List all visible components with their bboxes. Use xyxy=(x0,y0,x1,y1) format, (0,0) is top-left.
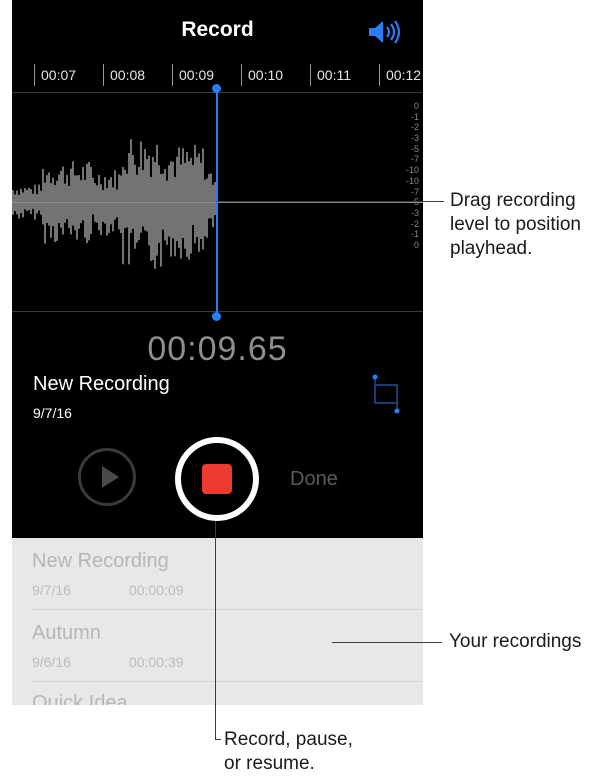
playhead-line[interactable] xyxy=(216,88,218,316)
playhead-top-handle[interactable] xyxy=(212,84,221,93)
recordings-callout: Your recordings xyxy=(449,631,582,652)
recording-date: 9/7/16 xyxy=(32,582,71,598)
callout-line-text: or resume. xyxy=(224,753,315,774)
level-label: -3 xyxy=(410,207,419,218)
recording-date: 9/6/16 xyxy=(32,654,71,670)
play-icon xyxy=(102,466,119,488)
level-label: -10 xyxy=(405,165,419,176)
screen-title: Record xyxy=(181,18,254,41)
timeline-tick: 00:07 xyxy=(34,64,76,86)
timeline-tick: 00:10 xyxy=(241,64,283,86)
list-item[interactable]: Quick Idea xyxy=(12,682,423,705)
voice-memos-screen: Record 5 00:07 00:08 00:09 00:10 00:11 0… xyxy=(12,0,423,705)
callout-line-text: playhead. xyxy=(450,238,533,259)
callout-line xyxy=(217,201,444,202)
callout-line xyxy=(215,739,221,740)
recording-duration: 00:00:39 xyxy=(129,654,184,670)
callout-line-text: Drag recording xyxy=(450,190,576,211)
level-label: -2 xyxy=(410,218,419,229)
level-label: -2 xyxy=(410,122,419,133)
level-label: -3 xyxy=(410,133,419,144)
elapsed-time: 00:09.65 xyxy=(147,330,288,368)
recording-duration: 00:00:09 xyxy=(129,582,184,598)
callout-line xyxy=(332,642,442,643)
done-button[interactable]: Done xyxy=(290,468,338,491)
record-callout: Record, pause, or resume. xyxy=(224,728,353,776)
play-button[interactable] xyxy=(78,448,136,506)
level-label: -1 xyxy=(410,229,419,240)
level-label: -7 xyxy=(410,154,419,165)
trim-icon[interactable] xyxy=(370,372,402,416)
recording-title: Autumn xyxy=(32,622,101,644)
level-label: 0 xyxy=(413,101,419,111)
recording-title: Quick Idea xyxy=(32,692,128,705)
list-item[interactable]: Autumn 9/6/16 00:00:39 xyxy=(12,610,423,682)
recording-title: New Recording xyxy=(32,550,169,572)
list-item[interactable]: New Recording 9/7/16 00:00:09 xyxy=(12,538,423,610)
record-button[interactable] xyxy=(175,437,259,521)
timeline-tick: 00:11 xyxy=(310,64,351,86)
recordings-list[interactable]: New Recording 9/7/16 00:00:09 Autumn 9/6… xyxy=(12,538,423,705)
level-label: -7 xyxy=(410,186,419,197)
level-scale: 0 -1 -2 -3 -5 -7 -10 -10 -7 -5 -3 -2 -1 … xyxy=(395,101,419,251)
level-label: -1 xyxy=(410,111,419,122)
timeline-tick: 00:08 xyxy=(103,64,145,86)
level-label: -5 xyxy=(410,143,419,154)
playhead-callout: Drag recording level to position playhea… xyxy=(450,189,581,261)
callout-line-text: level to position xyxy=(450,214,581,235)
recording-name[interactable]: New Recording xyxy=(33,373,170,396)
waveform-area[interactable]: 0 -1 -2 -3 -5 -7 -10 -10 -7 -5 -3 -2 -1 … xyxy=(12,93,423,311)
recording-date: 9/7/16 xyxy=(33,405,72,421)
callout-line-text: Record, pause, xyxy=(224,729,353,750)
timeline-tick: 00:12 xyxy=(379,64,421,86)
level-label: -10 xyxy=(405,175,419,186)
waveform-baseline xyxy=(12,202,423,203)
level-label: 0 xyxy=(413,239,419,250)
timeline-tick: 00:09 xyxy=(172,64,214,86)
speaker-volume-icon[interactable] xyxy=(366,18,406,46)
playhead-bottom-handle[interactable] xyxy=(212,312,221,321)
callout-line xyxy=(215,521,216,740)
level-label: -5 xyxy=(410,197,419,208)
record-stop-icon xyxy=(202,464,232,494)
